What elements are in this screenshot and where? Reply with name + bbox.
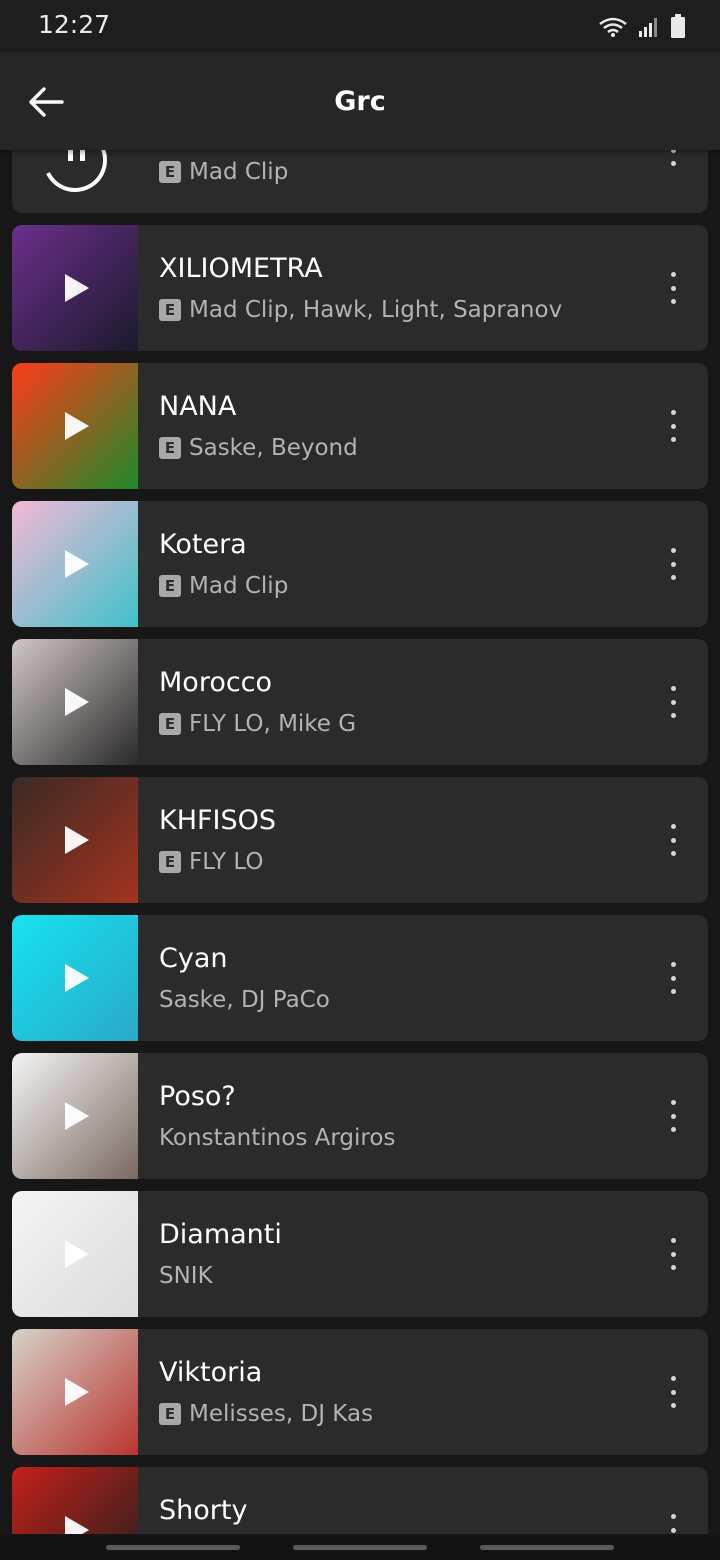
track-title: Poso? <box>159 1081 236 1112</box>
track-title: Diamanti <box>159 1219 282 1250</box>
track-artists: Saske, Beyond <box>189 435 358 461</box>
track-item[interactable]: Cyan Saske, DJ PaCo <box>12 915 708 1041</box>
explicit-badge: E <box>159 161 181 183</box>
nav-home-gesture[interactable] <box>293 1545 427 1550</box>
album-cover[interactable] <box>12 915 138 1041</box>
track-item[interactable]: Shorty <box>12 1467 708 1534</box>
navigation-bar <box>0 1534 720 1560</box>
track-subtitle: SNIK <box>159 1263 213 1289</box>
track-subtitle: Saske, DJ PaCo <box>159 987 330 1013</box>
track-title: NANA <box>159 391 237 422</box>
track-title: XILIOMETRA <box>159 253 323 284</box>
track-title: KHFISOS <box>159 805 277 836</box>
album-cover[interactable] <box>12 1053 138 1179</box>
track-title: Shorty <box>159 1495 248 1526</box>
pause-icon[interactable] <box>12 150 138 213</box>
nav-recents-gesture[interactable] <box>480 1545 614 1550</box>
play-icon[interactable] <box>65 412 89 440</box>
more-options-icon[interactable] <box>666 548 680 580</box>
track-title: Kotera <box>159 529 247 560</box>
explicit-badge: E <box>159 851 181 873</box>
more-options-icon[interactable] <box>666 962 680 994</box>
more-options-icon[interactable] <box>666 150 680 166</box>
track-artists: Saske, DJ PaCo <box>159 987 330 1013</box>
track-artists: Konstantinos Argiros <box>159 1125 396 1151</box>
play-icon[interactable] <box>65 1102 89 1130</box>
track-item[interactable]: NANA E Saske, Beyond <box>12 363 708 489</box>
play-icon[interactable] <box>65 274 89 302</box>
wifi-icon <box>599 17 627 37</box>
track-subtitle: E Mad Clip <box>159 159 288 185</box>
track-title: Viktoria <box>159 1357 263 1388</box>
status-bar: 12:27 <box>0 0 720 52</box>
play-icon[interactable] <box>65 1516 89 1534</box>
play-icon[interactable] <box>65 964 89 992</box>
page-title: Grc <box>334 86 386 117</box>
more-options-icon[interactable] <box>666 686 680 718</box>
play-icon[interactable] <box>65 1378 89 1406</box>
more-options-icon[interactable] <box>666 1238 680 1270</box>
play-icon[interactable] <box>65 688 89 716</box>
more-options-icon[interactable] <box>666 1514 680 1534</box>
track-artists: FLY LO <box>189 849 264 875</box>
play-icon[interactable] <box>65 550 89 578</box>
album-cover[interactable] <box>12 639 138 765</box>
track-subtitle: E FLY LO, Mike G <box>159 711 356 737</box>
more-options-icon[interactable] <box>666 1100 680 1132</box>
nav-back-gesture[interactable] <box>106 1545 240 1550</box>
track-artists: Mad Clip, Hawk, Light, Sapranov <box>189 297 563 323</box>
album-cover[interactable] <box>12 1191 138 1317</box>
album-cover[interactable] <box>12 777 138 903</box>
track-artists: Melisses, DJ Kas <box>189 1401 374 1427</box>
explicit-badge: E <box>159 713 181 735</box>
track-item[interactable]: Diamanti SNIK <box>12 1191 708 1317</box>
album-cover[interactable] <box>12 363 138 489</box>
track-artists: FLY LO, Mike G <box>189 711 357 737</box>
track-item[interactable]: XILIOMETRA E Mad Clip, Hawk, Light, Sapran… <box>12 225 708 351</box>
track-subtitle: E FLY LO <box>159 849 263 875</box>
track-item[interactable]: E Mad Clip <box>12 150 708 213</box>
more-options-icon[interactable] <box>666 410 680 442</box>
album-cover[interactable] <box>12 1329 138 1455</box>
track-item[interactable]: Poso? Konstantinos Argiros <box>12 1053 708 1179</box>
explicit-badge: E <box>159 437 181 459</box>
play-icon[interactable] <box>65 826 89 854</box>
track-subtitle: E Mad Clip, Hawk, Light, Sapranov <box>159 297 562 323</box>
album-cover[interactable] <box>12 225 138 351</box>
play-icon[interactable] <box>65 1240 89 1268</box>
album-cover[interactable] <box>12 150 138 213</box>
album-cover[interactable] <box>12 1467 138 1534</box>
track-item[interactable]: Morocco E FLY LO, Mike G <box>12 639 708 765</box>
status-time: 12:27 <box>38 10 111 39</box>
track-item[interactable]: Kotera E Mad Clip <box>12 501 708 627</box>
track-artists: SNIK <box>159 1263 213 1289</box>
track-item[interactable]: KHFISOS E FLY LO <box>12 777 708 903</box>
app-header: Grc <box>0 52 720 150</box>
more-options-icon[interactable] <box>666 272 680 304</box>
track-item[interactable]: Viktoria E Melisses, DJ Kas <box>12 1329 708 1455</box>
track-artists: Mad Clip <box>189 159 289 185</box>
track-title: Morocco <box>159 667 273 698</box>
track-artists: Mad Clip <box>189 573 289 599</box>
explicit-badge: E <box>159 299 181 321</box>
track-subtitle: E Mad Clip <box>159 573 288 599</box>
track-subtitle: E Melisses, DJ Kas <box>159 1401 373 1427</box>
track-list: E Mad Clip XILIOMETRA E Mad Clip, Hawk, Ligh… <box>0 150 720 1534</box>
signal-icon <box>639 18 657 37</box>
more-options-icon[interactable] <box>666 824 680 856</box>
track-subtitle: Konstantinos Argiros <box>159 1125 395 1151</box>
track-subtitle: E Saske, Beyond <box>159 435 358 461</box>
battery-icon <box>671 14 685 38</box>
status-icons <box>598 14 686 38</box>
explicit-badge: E <box>159 575 181 597</box>
explicit-badge: E <box>159 1403 181 1425</box>
more-options-icon[interactable] <box>666 1376 680 1408</box>
track-title: Cyan <box>159 943 228 974</box>
album-cover[interactable] <box>12 501 138 627</box>
